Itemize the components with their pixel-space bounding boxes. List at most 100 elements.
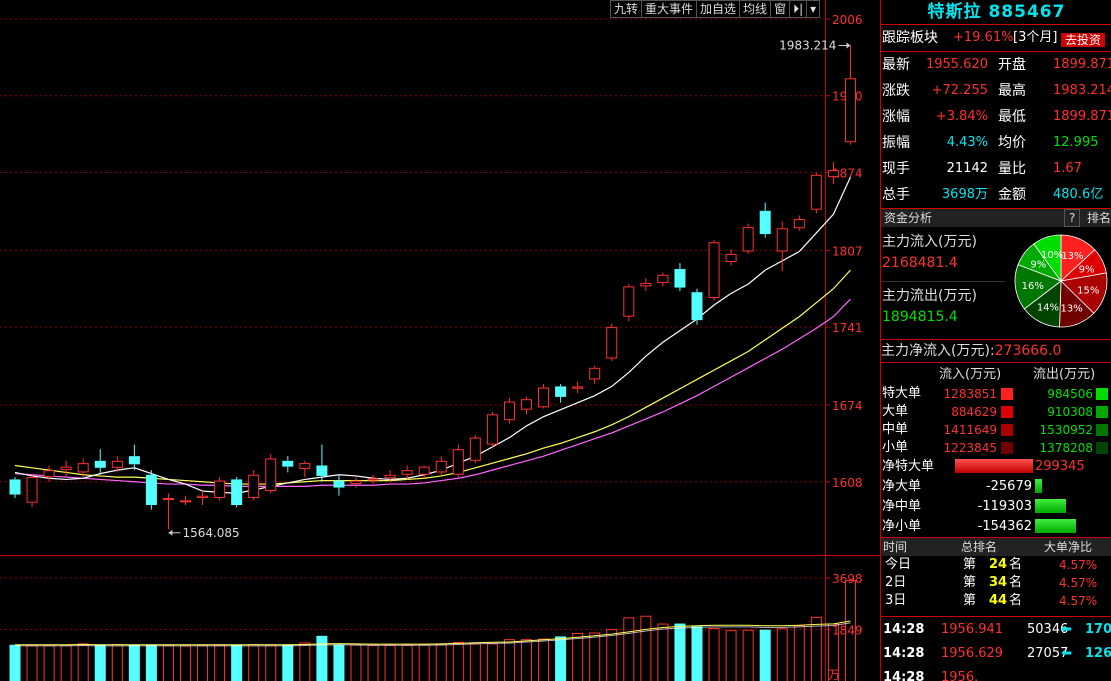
rank-tab[interactable]: 排名 bbox=[1087, 209, 1111, 227]
main-net-row: 主力净流入(万元):273666.0 bbox=[881, 339, 1111, 362]
dropdown-button[interactable]: ▾ bbox=[806, 0, 821, 18]
flow-in-marker bbox=[1001, 442, 1013, 454]
pie-label: 14% bbox=[1037, 302, 1059, 313]
rank-prefix: 第 bbox=[963, 593, 977, 608]
candle-body bbox=[623, 286, 635, 317]
candle-body bbox=[486, 414, 498, 445]
candle-body bbox=[145, 474, 157, 506]
jump-end-button[interactable]: ⏵| bbox=[789, 0, 807, 18]
volume-bar bbox=[9, 644, 21, 681]
net-flow-row: 净大单 -25679 bbox=[881, 477, 1111, 497]
volume-bar bbox=[350, 644, 362, 681]
low-marker-arrow bbox=[168, 529, 173, 536]
volume-bar bbox=[384, 644, 396, 681]
volume-bar bbox=[623, 617, 635, 681]
volume-bar bbox=[640, 615, 652, 681]
quote-value: 21142 bbox=[946, 161, 988, 176]
main-inflow-value: 2168481.4 bbox=[882, 255, 958, 271]
moving-average-button[interactable]: 均线 bbox=[739, 0, 771, 18]
rank-row: 3日 第 44 名 4.57% bbox=[881, 592, 1111, 610]
volume-bar bbox=[418, 644, 430, 681]
quote-value: 1899.871 bbox=[1053, 109, 1111, 124]
flow-row: 特大单 1283851 984506 bbox=[881, 385, 1111, 403]
rank-time: 2日 bbox=[885, 575, 907, 590]
volume-bar bbox=[282, 644, 294, 681]
candle-body bbox=[367, 478, 379, 481]
price-axis-label: 1741 bbox=[832, 321, 863, 335]
volume-bar bbox=[742, 629, 754, 681]
flow-in-marker bbox=[1001, 406, 1013, 418]
candle-body bbox=[725, 253, 737, 263]
track-period[interactable]: [3个月] bbox=[1013, 25, 1057, 51]
quote-value: +3.84% bbox=[935, 109, 988, 124]
tick-row: 14:281956.62927057⬅1267 bbox=[881, 642, 1111, 666]
rank-time: 3日 bbox=[885, 593, 907, 608]
help-icon[interactable]: ? bbox=[1064, 209, 1081, 227]
volume-bar bbox=[265, 644, 277, 681]
rank-row: 今日 第 24 名 4.57% bbox=[881, 556, 1111, 574]
volume-bar bbox=[401, 644, 413, 681]
volume-bar bbox=[435, 643, 447, 681]
pie-label: 9% bbox=[1030, 260, 1046, 271]
rank-suffix: 名 bbox=[1009, 575, 1023, 590]
candle-body bbox=[844, 78, 856, 143]
tick-time: 14:28 bbox=[883, 646, 925, 661]
candle-body bbox=[77, 463, 89, 473]
nine-turn-button[interactable]: 九转 bbox=[610, 0, 642, 18]
volume-bar bbox=[691, 626, 703, 681]
candle-body bbox=[469, 437, 481, 461]
rank-suffix: 名 bbox=[1009, 557, 1023, 572]
quote-row: 涨幅 +3.84% 最低 1899.871 bbox=[881, 104, 1111, 130]
volume-bar bbox=[521, 639, 532, 681]
quote-row: 涨跌 +72.255 最高 1983.214 bbox=[881, 78, 1111, 104]
candle-body bbox=[691, 292, 703, 321]
candle-body bbox=[282, 460, 294, 467]
candle-body bbox=[521, 399, 532, 410]
tick-time: 14:28 bbox=[883, 622, 925, 637]
volume-bar bbox=[180, 645, 191, 681]
volume-bar bbox=[162, 644, 174, 681]
rank-number: 34 bbox=[989, 575, 1008, 590]
net-flow-bar bbox=[1035, 519, 1076, 533]
volume-ma-line bbox=[15, 620, 851, 646]
net-flow-bar bbox=[955, 459, 1033, 473]
quote-label: 最低 bbox=[998, 109, 1026, 125]
flow-out-value: 1378208 bbox=[1039, 441, 1093, 455]
candle-body bbox=[60, 466, 72, 471]
quote-value: 12.995 bbox=[1053, 135, 1099, 150]
candle-body bbox=[316, 465, 328, 476]
flow-in-value: 884629 bbox=[951, 405, 997, 419]
quote-label: 振幅 bbox=[882, 135, 910, 151]
candle-body bbox=[162, 498, 174, 501]
add-watchlist-button[interactable]: 加自选 bbox=[696, 0, 740, 18]
net-flow-value: 299345 bbox=[1035, 459, 1085, 474]
quote-value: 1955.620 bbox=[925, 57, 988, 72]
quote-panel: 特斯拉 885467 跟踪板块 +19.61% [3个月] 去投资 最新 1955… bbox=[880, 0, 1111, 681]
candle-body bbox=[384, 474, 396, 479]
quote-label: 均价 bbox=[998, 135, 1026, 151]
candle-body bbox=[94, 460, 106, 468]
candle-body bbox=[265, 458, 277, 492]
candle-body bbox=[128, 456, 140, 465]
major-events-button[interactable]: 重大事件 bbox=[641, 0, 697, 18]
flow-in-value: 1411649 bbox=[943, 423, 997, 437]
rank-ratio-header: 大单净比 bbox=[1044, 540, 1093, 554]
rank-total-header: 总排名 bbox=[961, 540, 998, 554]
rank-table: 今日第 24 名 4.57% 2日第 34 名 4.57% 3日第 44 名 4.57% bbox=[881, 556, 1111, 610]
volume-ma-line-2 bbox=[15, 622, 851, 647]
volume-bar bbox=[589, 632, 601, 681]
kline-chart-area[interactable]: 200619401874180717411674160836981849万198… bbox=[0, 0, 880, 681]
quote-label: 涨跌 bbox=[882, 83, 910, 99]
net-flow-label: 净中单 bbox=[882, 499, 922, 514]
tick-price: 1956. bbox=[941, 670, 979, 681]
candle-body bbox=[759, 210, 771, 235]
candle-body bbox=[657, 274, 669, 283]
volume-bar bbox=[572, 633, 584, 681]
volume-bar bbox=[708, 628, 720, 681]
net-flow-label: 净特大单 bbox=[882, 459, 935, 474]
kline-chart[interactable]: 200619401874180717411674160836981849万198… bbox=[0, 0, 880, 681]
invest-button[interactable]: 去投资 bbox=[1061, 33, 1106, 47]
window-button[interactable]: 窗 bbox=[770, 0, 790, 18]
rank-time: 今日 bbox=[885, 557, 912, 572]
candle-body bbox=[26, 477, 38, 503]
